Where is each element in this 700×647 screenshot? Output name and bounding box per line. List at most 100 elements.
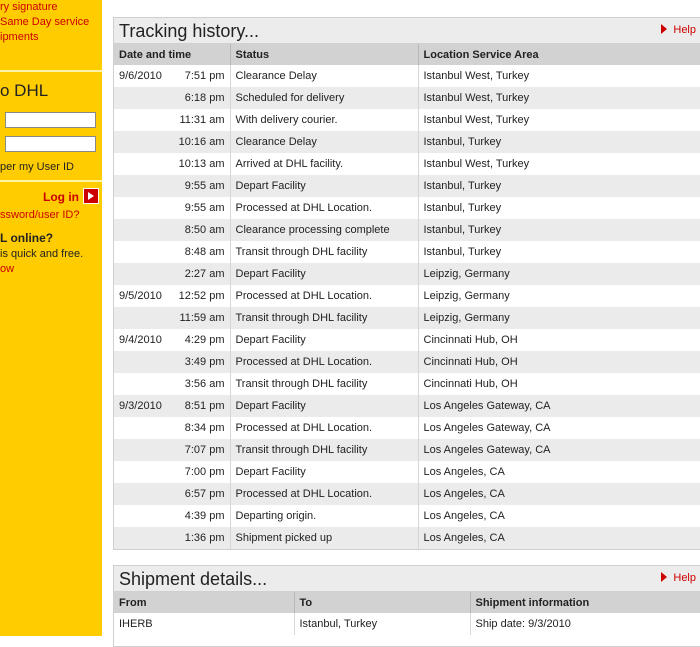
left-sidebar: ry signature Same Day service ipments o … (0, 0, 102, 636)
table-row: 4:39 pm Departing origin. Los Angeles, CA (114, 505, 700, 527)
date-time-cell: 11:31 am (114, 109, 231, 131)
date-time-cell: 10:13 am (114, 153, 231, 175)
ship-date-value: Ship date: 9/3/2010 (470, 613, 700, 635)
time-value: 10:16 am (178, 136, 225, 148)
location-cell: Los Angeles, CA (418, 505, 700, 527)
tracking-history-table: Date and time Status Location Service Ar… (114, 44, 700, 549)
status-cell: Processed at DHL Location. (230, 351, 419, 373)
date-time-cell: 2:27 am (114, 263, 231, 285)
date-time-cell: 8:34 pm (114, 417, 231, 439)
status-cell: Shipment picked up (230, 527, 419, 549)
location-cell: Istanbul, Turkey (418, 219, 700, 241)
table-row: 11:59 am Transit through DHL facility Leip… (114, 307, 700, 329)
location-cell: Los Angeles Gateway, CA (418, 395, 700, 417)
table-row: 2:27 am Depart Facility Leipzig, Germany (114, 263, 700, 285)
status-cell: Processed at DHL Location. (230, 417, 419, 439)
tracking-history-header: Tracking history... Help (114, 18, 700, 44)
from-value: IHERB (114, 613, 295, 635)
tracking-help-link[interactable]: Help (661, 24, 696, 36)
location-cell: Istanbul, Turkey (418, 131, 700, 153)
date-time-cell: 8:48 am (114, 241, 231, 263)
time-value: 3:56 am (184, 378, 225, 390)
status-cell: Arrived at DHL facility. (230, 153, 419, 175)
remember-user-id-label: per my User ID (0, 161, 74, 173)
time-value: 1:36 pm (184, 532, 225, 544)
status-cell: Transit through DHL facility (230, 307, 419, 329)
location-cell: Leipzig, Germany (418, 307, 700, 329)
location-cell: Los Angeles, CA (418, 461, 700, 483)
time-value: 3:49 pm (184, 356, 225, 368)
promo-link[interactable]: ow (0, 263, 14, 275)
shipment-details-table: From To Shipment information IHERB Istan… (114, 592, 700, 635)
same-day-service-link[interactable]: Same Day service (0, 16, 89, 28)
status-cell: Depart Facility (230, 263, 419, 285)
column-header-to: To (294, 592, 471, 613)
time-value: 12:52 pm (178, 290, 225, 302)
location-cell: Leipzig, Germany (418, 285, 700, 307)
table-row: 8:34 pm Processed at DHL Location. Los Ang… (114, 417, 700, 439)
table-row: 10:16 am Clearance Delay Istanbul, Turkey (114, 131, 700, 153)
time-value: 7:07 pm (184, 444, 225, 456)
promo-text: is quick and free. (0, 248, 84, 260)
location-cell: Istanbul, Turkey (418, 197, 700, 219)
user-id-input[interactable] (5, 112, 96, 128)
date-value: 9/5/2010 (119, 290, 162, 302)
shipment-details-panel: Shipment details... Help From To Shipmen… (113, 565, 700, 647)
date-time-cell: 9/6/2010 7:51 pm (114, 65, 231, 87)
date-time-cell: 3:49 pm (114, 351, 231, 373)
table-row: 10:13 am Arrived at DHL facility. Istanbul… (114, 153, 700, 175)
status-cell: Processed at DHL Location. (230, 483, 419, 505)
forgot-password-link[interactable]: ssword/user ID? (0, 209, 79, 221)
login-button[interactable]: Log in (43, 188, 99, 204)
time-value: 9:55 am (184, 180, 225, 192)
column-header-status: Status (230, 44, 419, 65)
location-cell: Los Angeles Gateway, CA (418, 417, 700, 439)
tracking-history-panel: Tracking history... Help Date and time S… (113, 17, 700, 550)
status-cell: Transit through DHL facility (230, 373, 419, 395)
date-value: 9/6/2010 (119, 70, 162, 82)
table-row: 9:55 am Depart Facility Istanbul, Turkey (114, 175, 700, 197)
date-time-cell: 6:18 pm (114, 87, 231, 109)
date-time-cell: 8:50 am (114, 219, 231, 241)
login-heading: o DHL (0, 81, 49, 100)
date-time-cell: 9/3/2010 8:51 pm (114, 395, 231, 417)
table-row: 3:49 pm Processed at DHL Location. Cincinn… (114, 351, 700, 373)
status-cell: Clearance processing complete (230, 219, 419, 241)
time-value: 4:29 pm (184, 334, 225, 346)
location-cell: Istanbul West, Turkey (418, 153, 700, 175)
shipment-details-title: Shipment details... (119, 569, 268, 589)
shipment-help-link[interactable]: Help (661, 572, 696, 584)
status-cell: Depart Facility (230, 461, 419, 483)
status-cell: Clearance Delay (230, 65, 419, 87)
password-input[interactable] (5, 136, 96, 152)
arrow-right-icon (661, 572, 668, 582)
location-cell: Los Angeles, CA (418, 483, 700, 505)
date-time-cell: 4:39 pm (114, 505, 231, 527)
location-cell: Istanbul, Turkey (418, 175, 700, 197)
column-header-location: Location Service Area (418, 44, 700, 65)
table-header-row: Date and time Status Location Service Ar… (114, 44, 700, 65)
delivery-signature-link[interactable]: ry signature (0, 1, 57, 13)
shipments-link[interactable]: ipments (0, 31, 39, 43)
time-value: 6:57 pm (184, 488, 225, 500)
location-cell: Los Angeles Gateway, CA (418, 439, 700, 461)
status-cell: Depart Facility (230, 395, 419, 417)
arrow-right-icon (83, 188, 99, 204)
location-cell: Cincinnati Hub, OH (418, 329, 700, 351)
location-cell: Istanbul West, Turkey (418, 109, 700, 131)
time-value: 8:34 pm (184, 422, 225, 434)
sidebar-divider (0, 70, 102, 72)
status-cell: Depart Facility (230, 175, 419, 197)
help-label: Help (673, 24, 696, 36)
status-cell: Processed at DHL Location. (230, 197, 419, 219)
column-header-shipment-info: Shipment information (470, 592, 700, 613)
time-value: 2:27 am (184, 268, 225, 280)
time-value: 11:59 am (179, 312, 225, 324)
to-value: Istanbul, Turkey (294, 613, 471, 635)
table-row: 9/3/2010 8:51 pm Depart Facility Los Angele… (114, 395, 700, 417)
time-value: 11:31 am (179, 114, 225, 126)
time-value: 10:13 am (178, 158, 225, 170)
time-value: 9:55 am (184, 202, 225, 214)
time-value: 7:00 pm (184, 466, 225, 478)
status-cell: Transit through DHL facility (230, 439, 419, 461)
